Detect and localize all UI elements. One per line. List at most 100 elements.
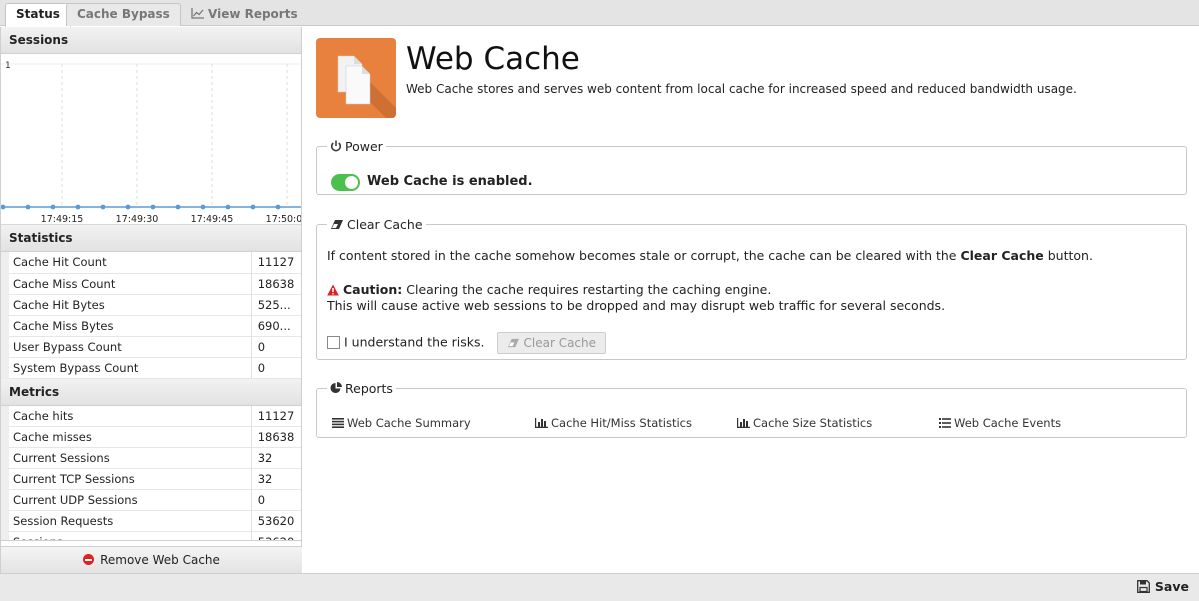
documents-icon [337,55,396,118]
tab-cache-bypass[interactable]: Cache Bypass [66,3,181,26]
reports-legend-label: Reports [345,381,393,396]
understand-risks-checkbox[interactable] [327,335,340,349]
table-row: User Bypass Count 0 [0,336,301,358]
row-value: 0 [250,489,301,511]
x-tick-label: 17:49:45 [191,214,234,225]
data-point [125,204,131,210]
pie-chart-icon [330,382,342,393]
clear-cache-button[interactable]: Clear Cache [496,332,607,354]
row-label: Cache hits [1,405,252,427]
app-description: Web Cache stores and serves web content … [406,82,1077,96]
report-web-cache-summary[interactable]: Web Cache Summary [332,416,471,430]
table-row: Session Requests 53620 [1,510,301,532]
clear-cache-legend: Clear Cache [327,217,426,232]
data-point [250,204,256,210]
caution-line2: This will cause active web sessions to b… [327,298,946,313]
power-legend: Power [327,139,386,154]
status-sidebar: Sessions 1 17:49:15 17:49:30 17:49:45 17:50:… [0,27,302,573]
understand-risks-label[interactable]: I understand the risks. [344,335,485,350]
clear-desc-bold: Clear Cache [960,248,1044,263]
data-point [200,204,206,210]
eraser-icon [507,338,519,348]
save-button[interactable]: Save [1136,579,1189,594]
metrics-scroll[interactable]: Cache hits 11127 Cache misses 18638 Current … [1,405,301,541]
row-label: Session Requests [1,510,252,532]
save-icon [1136,580,1150,593]
row-value: 53620 [250,531,301,540]
data-point [75,204,81,210]
data-point [275,204,281,210]
row-value: 690... [250,315,301,337]
row-value: 18638 [250,273,301,295]
page-title: Web Cache [406,41,580,77]
row-value: 32 [250,468,301,490]
y-tick-label: 1 [5,61,11,71]
sessions-title: Sessions [1,27,301,54]
caution-message: Caution: Clearing the cache requires res… [327,282,945,314]
data-point [1,204,6,210]
data-point [150,204,156,210]
clear-cache-fieldset: Clear Cache If content stored in the cac… [316,217,1187,360]
tab-view-reports-label: View Reports [208,7,298,21]
power-legend-label: Power [345,139,383,154]
tab-bar: Status Cache Bypass View Reports [0,0,1199,27]
reports-legend: Reports [327,381,396,396]
table-row: Current TCP Sessions 32 [1,468,301,490]
data-point [25,204,31,210]
clear-cache-legend-label: Clear Cache [347,217,423,232]
row-label: Cache Hit Bytes [0,294,252,316]
statistics-table: Cache Hit Count 11127 Cache Miss Count 1863… [0,252,301,379]
sessions-chart-svg: 1 17:49:15 17:49:30 17:49:45 17:50:00 [1,61,301,225]
tab-view-reports[interactable]: View Reports [180,3,309,26]
data-point [50,204,56,210]
row-label: Cache Hit Count [0,252,252,274]
row-value: 11127 [250,252,301,274]
report-link-label: Web Cache Summary [347,416,471,430]
table-row: Cache Miss Bytes 690... [0,315,301,337]
remove-web-cache-button[interactable]: Remove Web Cache [1,546,302,573]
tab-status[interactable]: Status [5,3,71,27]
caution-label: Caution: [343,282,403,297]
row-label: Current Sessions [1,447,252,469]
data-point [175,204,181,210]
tab-status-label: Status [16,7,60,21]
row-value: 53620 [250,510,301,532]
table-row: System Bypass Count 0 [0,357,301,379]
reports-fieldset: Reports Web Cache Summary Cache Hit/Miss… [316,381,1187,438]
row-value: 525... [250,294,301,316]
save-label: Save [1154,579,1189,594]
row-label: Cache Miss Count [0,273,252,295]
clear-desc-prefix: If content stored in the cache somehow b… [327,248,961,263]
table-row: Cache Hit Bytes 525... [0,294,301,316]
row-value: 18638 [250,426,301,448]
power-status-text: Web Cache is enabled. [367,174,533,189]
row-label: Cache misses [1,426,252,448]
row-label: Cache Miss Bytes [0,315,252,337]
table-row: Cache misses 18638 [1,426,301,448]
warning-icon [327,284,339,296]
clear-desc-suffix: button. [1043,248,1093,263]
metrics-table: Cache hits 11127 Cache misses 18638 Current … [1,405,301,540]
row-label: System Bypass Count [0,357,252,379]
report-cache-size-statistics[interactable]: Cache Size Statistics [737,416,872,430]
list-bullets-icon [939,418,951,428]
power-fieldset: Power Web Cache is enabled. [316,139,1187,195]
table-row: Current UDP Sessions 0 [1,489,301,511]
power-toggle[interactable] [331,174,360,191]
list-icon [332,418,344,428]
report-web-cache-events[interactable]: Web Cache Events [939,416,1061,430]
remove-icon [83,554,95,565]
table-row: Cache hits 11127 [1,405,301,427]
report-link-label: Cache Hit/Miss Statistics [551,416,692,430]
risk-row: I understand the risks. Clear Cache [327,332,607,354]
report-cache-hit-miss-statistics[interactable]: Cache Hit/Miss Statistics [535,416,692,430]
footer-bar: Save [0,573,1199,601]
line-chart-icon [191,8,204,19]
row-value: 11127 [250,405,301,427]
row-value: 0 [250,357,301,379]
statistics-title: Statistics [1,225,301,252]
eraser-icon [331,220,343,229]
table-row: Current Sessions 32 [1,447,301,469]
report-link-label: Cache Size Statistics [753,416,873,430]
web-cache-app-icon [316,38,396,118]
